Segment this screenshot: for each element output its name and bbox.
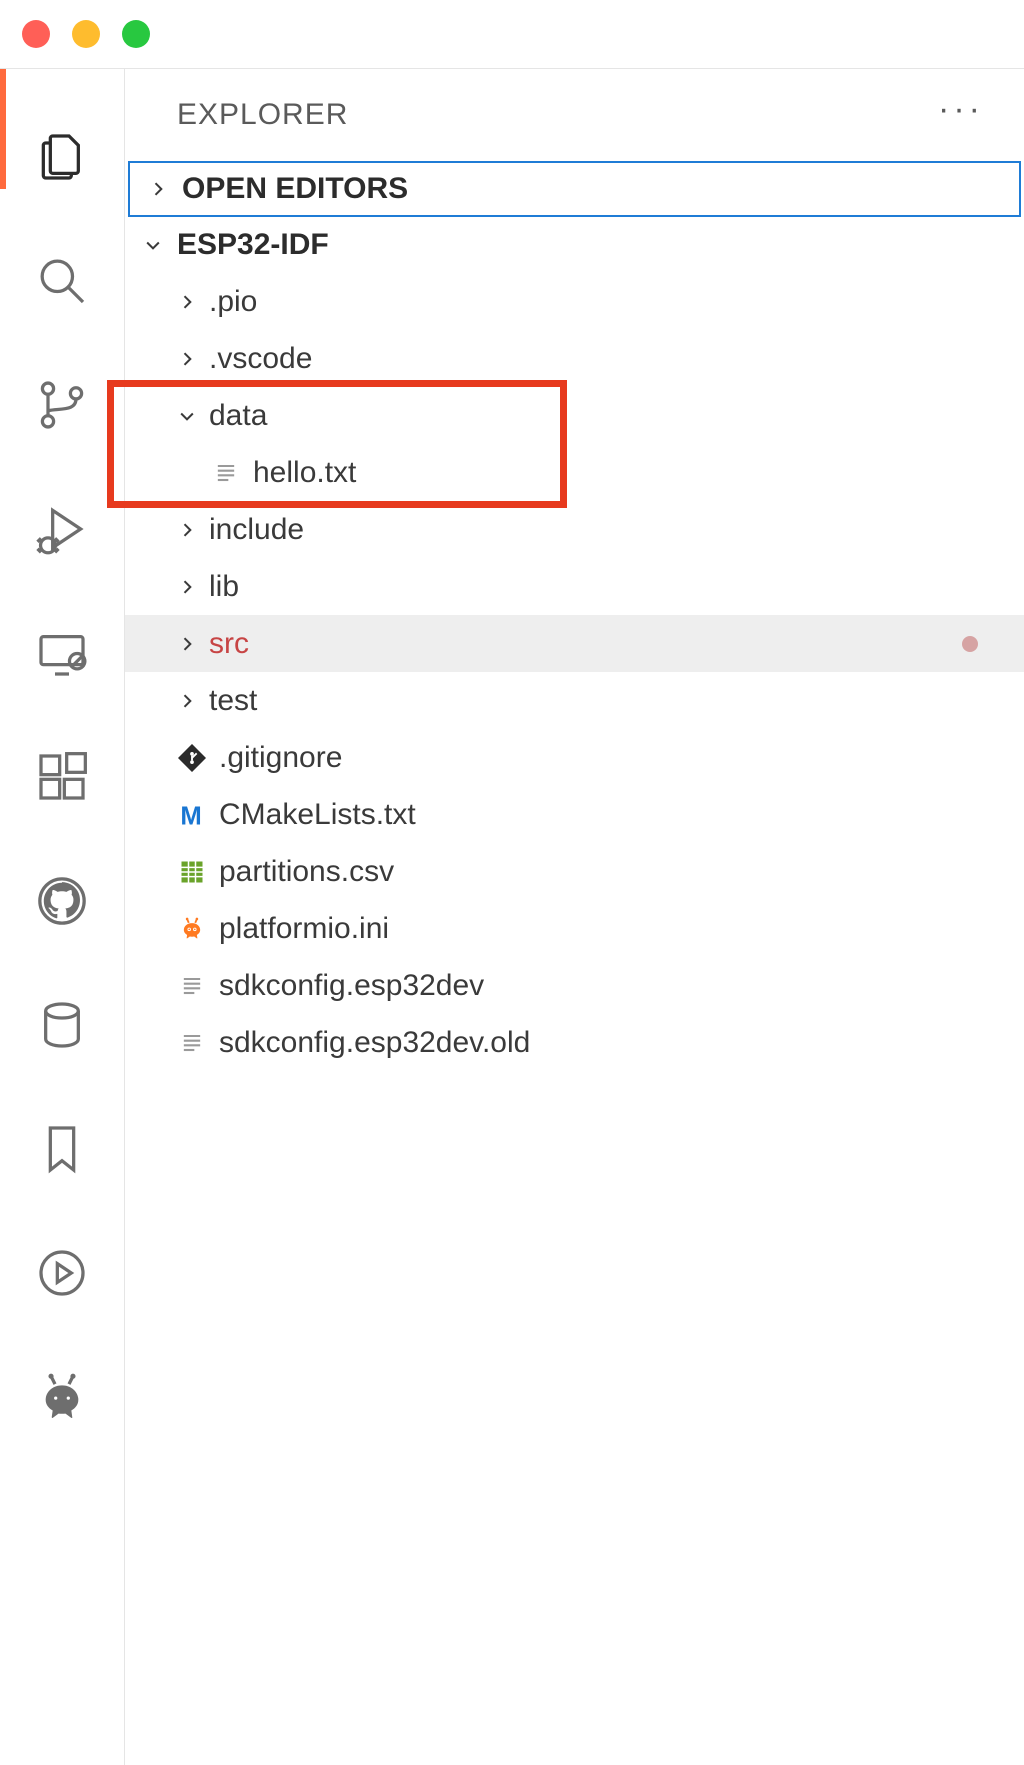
database-icon — [34, 997, 90, 1058]
tree-file-gitignore[interactable]: .gitignore — [125, 729, 1024, 786]
tree-folder-pio[interactable]: .pio — [125, 273, 1024, 330]
chevron-right-icon — [177, 576, 197, 598]
platformio-icon — [34, 1369, 90, 1430]
tree-file-sdkconfig[interactable]: sdkconfig.esp32dev — [125, 957, 1024, 1014]
open-editors-label: OPEN EDITORS — [182, 172, 408, 206]
file-tree: .pio .vscode data hello — [125, 273, 1024, 1071]
activity-explorer[interactable] — [0, 97, 124, 221]
workspace-name: ESP32-IDF — [177, 228, 329, 262]
tree-folder-test[interactable]: test — [125, 672, 1024, 729]
tree-label: test — [209, 684, 257, 718]
tree-file-partitions-csv[interactable]: partitions.csv — [125, 843, 1024, 900]
activity-database[interactable] — [0, 965, 124, 1089]
tree-file-sdkconfig-old[interactable]: sdkconfig.esp32dev.old — [125, 1014, 1024, 1071]
tree-label: .vscode — [209, 342, 312, 376]
chevron-right-icon — [177, 633, 197, 655]
files-icon — [34, 129, 90, 190]
tree-folder-lib[interactable]: lib — [125, 558, 1024, 615]
tree-label: .pio — [209, 285, 257, 319]
tree-label: data — [209, 399, 267, 433]
activity-source-control[interactable] — [0, 345, 124, 469]
github-icon — [34, 873, 90, 934]
search-icon — [34, 253, 90, 314]
text-file-icon — [177, 1028, 207, 1058]
chevron-right-icon — [177, 348, 197, 370]
tree-label: partitions.csv — [219, 855, 394, 889]
tree-file-hello-txt[interactable]: hello.txt — [125, 444, 1024, 501]
window-close-button[interactable] — [22, 20, 50, 48]
tree-label: .gitignore — [219, 741, 342, 775]
tree-folder-src[interactable]: src — [125, 615, 1024, 672]
activity-bookmarks[interactable] — [0, 1089, 124, 1213]
tree-label: sdkconfig.esp32dev.old — [219, 1026, 530, 1060]
chevron-down-icon — [143, 234, 163, 256]
branch-icon — [34, 377, 90, 438]
tree-folder-include[interactable]: include — [125, 501, 1024, 558]
activity-run-debug[interactable] — [0, 469, 124, 593]
tree-folder-vscode[interactable]: .vscode — [125, 330, 1024, 387]
activity-active-indicator — [0, 69, 6, 189]
tree-label: src — [209, 627, 249, 661]
platformio-file-icon — [177, 914, 207, 944]
activity-extensions[interactable] — [0, 717, 124, 841]
tree-label: include — [209, 513, 304, 547]
csv-file-icon — [177, 857, 207, 887]
chevron-down-icon — [177, 405, 197, 427]
run-debug-icon — [34, 501, 90, 562]
tree-label: hello.txt — [253, 456, 356, 490]
tree-label: platformio.ini — [219, 912, 389, 946]
tree-label: lib — [209, 570, 239, 604]
remote-icon — [34, 625, 90, 686]
text-file-icon — [211, 458, 241, 488]
tree-label: sdkconfig.esp32dev — [219, 969, 484, 1003]
activity-play[interactable] — [0, 1213, 124, 1337]
explorer-title: EXPLORER — [177, 98, 348, 132]
workspace-section[interactable]: ESP32-IDF — [125, 217, 1024, 273]
extensions-icon — [34, 749, 90, 810]
tree-file-cmakelists[interactable]: M CMakeLists.txt — [125, 786, 1024, 843]
window-maximize-button[interactable] — [122, 20, 150, 48]
git-file-icon — [177, 743, 207, 773]
window-titlebar — [0, 0, 1024, 68]
open-editors-section[interactable]: OPEN EDITORS — [128, 161, 1021, 217]
text-file-icon — [177, 971, 207, 1001]
activity-search[interactable] — [0, 221, 124, 345]
tree-label: CMakeLists.txt — [219, 798, 416, 832]
activity-bar — [0, 69, 124, 1765]
svg-text:M: M — [180, 802, 201, 829]
tree-file-platformio-ini[interactable]: platformio.ini — [125, 900, 1024, 957]
explorer-header: EXPLORER ··· — [125, 69, 1024, 161]
bookmark-icon — [34, 1121, 90, 1182]
explorer-sidebar: EXPLORER ··· OPEN EDITORS ESP32-IDF .pio — [124, 69, 1024, 1765]
activity-github[interactable] — [0, 841, 124, 965]
chevron-right-icon — [148, 178, 168, 200]
play-circle-icon — [34, 1245, 90, 1306]
window-minimize-button[interactable] — [72, 20, 100, 48]
chevron-right-icon — [177, 690, 197, 712]
tree-folder-data[interactable]: data — [125, 387, 1024, 444]
cmake-file-icon: M — [177, 800, 207, 830]
chevron-right-icon — [177, 519, 197, 541]
activity-platformio[interactable] — [0, 1337, 124, 1461]
chevron-right-icon — [177, 291, 197, 313]
activity-remote[interactable] — [0, 593, 124, 717]
